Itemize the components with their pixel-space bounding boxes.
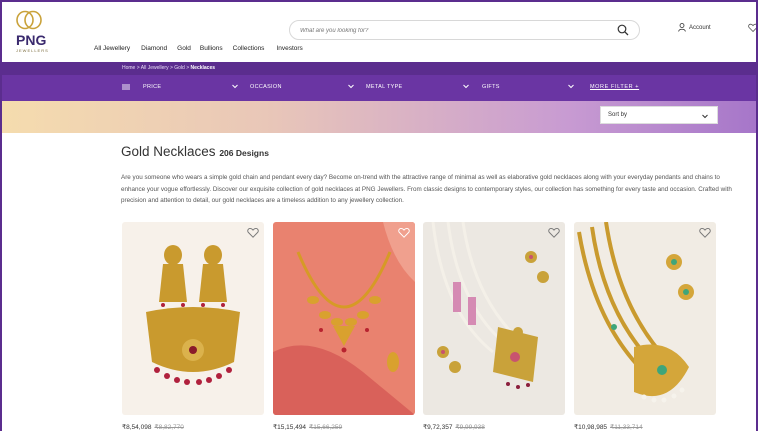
filter-menu-icon[interactable] (122, 84, 130, 90)
product-price: ₹9,72,357 ₹9,99,938 (423, 423, 485, 431)
search-bar[interactable] (289, 20, 640, 40)
product-price: ₹15,15,494 ₹15,66,259 (273, 423, 342, 431)
site-header: PNG JEWELLERS Account All Jewellery Diam… (2, 2, 756, 62)
chevron-down-icon (702, 114, 708, 119)
filter-gifts[interactable]: GIFTS (482, 84, 500, 90)
filter-metal-type[interactable]: METAL TYPE (366, 84, 403, 90)
breadcrumb-gold[interactable]: Gold (174, 65, 185, 71)
category-description: Are you someone who wears a simple gold … (121, 174, 732, 205)
product-card[interactable] (122, 222, 264, 415)
breadcrumb-separator: > (169, 65, 173, 71)
breadcrumb-home[interactable]: Home (122, 65, 135, 71)
page-title: Gold Necklaces 206 Designs (121, 144, 269, 159)
sale-price: ₹9,72,357 (423, 424, 453, 431)
brand-name: PNG (16, 32, 47, 48)
more-filter-button[interactable]: MORE FILTER + (590, 84, 639, 90)
product-price: ₹10,98,985 ₹11,33,714 (574, 423, 643, 431)
product-price: ₹8,54,098 ₹8,82,770 (122, 423, 184, 431)
filter-occasion[interactable]: OCCASION (250, 84, 282, 90)
nav-item-all-jewellery[interactable]: All Jewellery (94, 45, 130, 52)
product-image (122, 222, 264, 415)
breadcrumb: Home > All Jewellery > Gold > Necklaces (122, 65, 215, 71)
wishlist-icon[interactable] (748, 23, 758, 33)
page-title-text: Gold Necklaces (121, 144, 216, 159)
wishlist-heart-icon[interactable] (398, 227, 410, 239)
page-frame: PNG JEWELLERS Account All Jewellery Diam… (0, 0, 758, 431)
search-input[interactable] (300, 24, 600, 38)
product-card[interactable] (574, 222, 716, 415)
user-icon (678, 23, 686, 32)
nav-item-bullions[interactable]: Bullions (200, 45, 223, 52)
breadcrumb-separator: > (136, 65, 140, 71)
filter-price[interactable]: PRICE (143, 84, 161, 90)
nav-item-gold[interactable]: Gold (177, 45, 191, 52)
brand-logo[interactable]: PNG JEWELLERS (14, 10, 48, 55)
product-image (574, 222, 716, 415)
breadcrumb-current: Necklaces (190, 65, 216, 71)
brand-subtitle: JEWELLERS (16, 48, 49, 53)
nav-item-collections[interactable]: Collections (233, 45, 265, 52)
breadcrumb-bar (2, 62, 756, 75)
sale-price: ₹15,15,494 (273, 424, 307, 431)
breadcrumb-all-jewellery[interactable]: All Jewellery (141, 65, 169, 71)
chevron-down-icon[interactable] (347, 82, 355, 90)
sale-price: ₹10,98,985 (574, 424, 608, 431)
nav-item-diamond[interactable]: Diamond (141, 45, 167, 52)
original-price: ₹9,99,938 (455, 424, 485, 431)
original-price: ₹15,66,259 (309, 424, 343, 431)
main-nav: All Jewellery Diamond Gold Bullions Coll… (94, 45, 303, 52)
account-label: Account (689, 24, 711, 31)
wishlist-heart-icon[interactable] (699, 227, 711, 239)
product-image (273, 222, 415, 415)
wishlist-heart-icon[interactable] (548, 227, 560, 239)
search-icon[interactable] (617, 24, 629, 36)
chevron-down-icon[interactable] (462, 82, 470, 90)
design-count: 206 Designs (219, 148, 269, 158)
original-price: ₹8,82,770 (154, 424, 184, 431)
chevron-down-icon[interactable] (567, 82, 575, 90)
product-card[interactable] (423, 222, 565, 415)
product-image (423, 222, 565, 415)
product-card[interactable] (273, 222, 415, 415)
logo-rings-icon (16, 10, 42, 30)
sort-label: Sort by (608, 112, 628, 118)
sort-dropdown[interactable]: Sort by (600, 106, 718, 124)
sale-price: ₹8,54,098 (122, 424, 152, 431)
account-link[interactable]: Account (678, 23, 711, 32)
nav-item-investors[interactable]: Investors (276, 45, 302, 52)
chevron-down-icon[interactable] (231, 82, 239, 90)
breadcrumb-separator: > (186, 65, 190, 71)
original-price: ₹11,33,714 (610, 424, 643, 431)
wishlist-heart-icon[interactable] (247, 227, 259, 239)
